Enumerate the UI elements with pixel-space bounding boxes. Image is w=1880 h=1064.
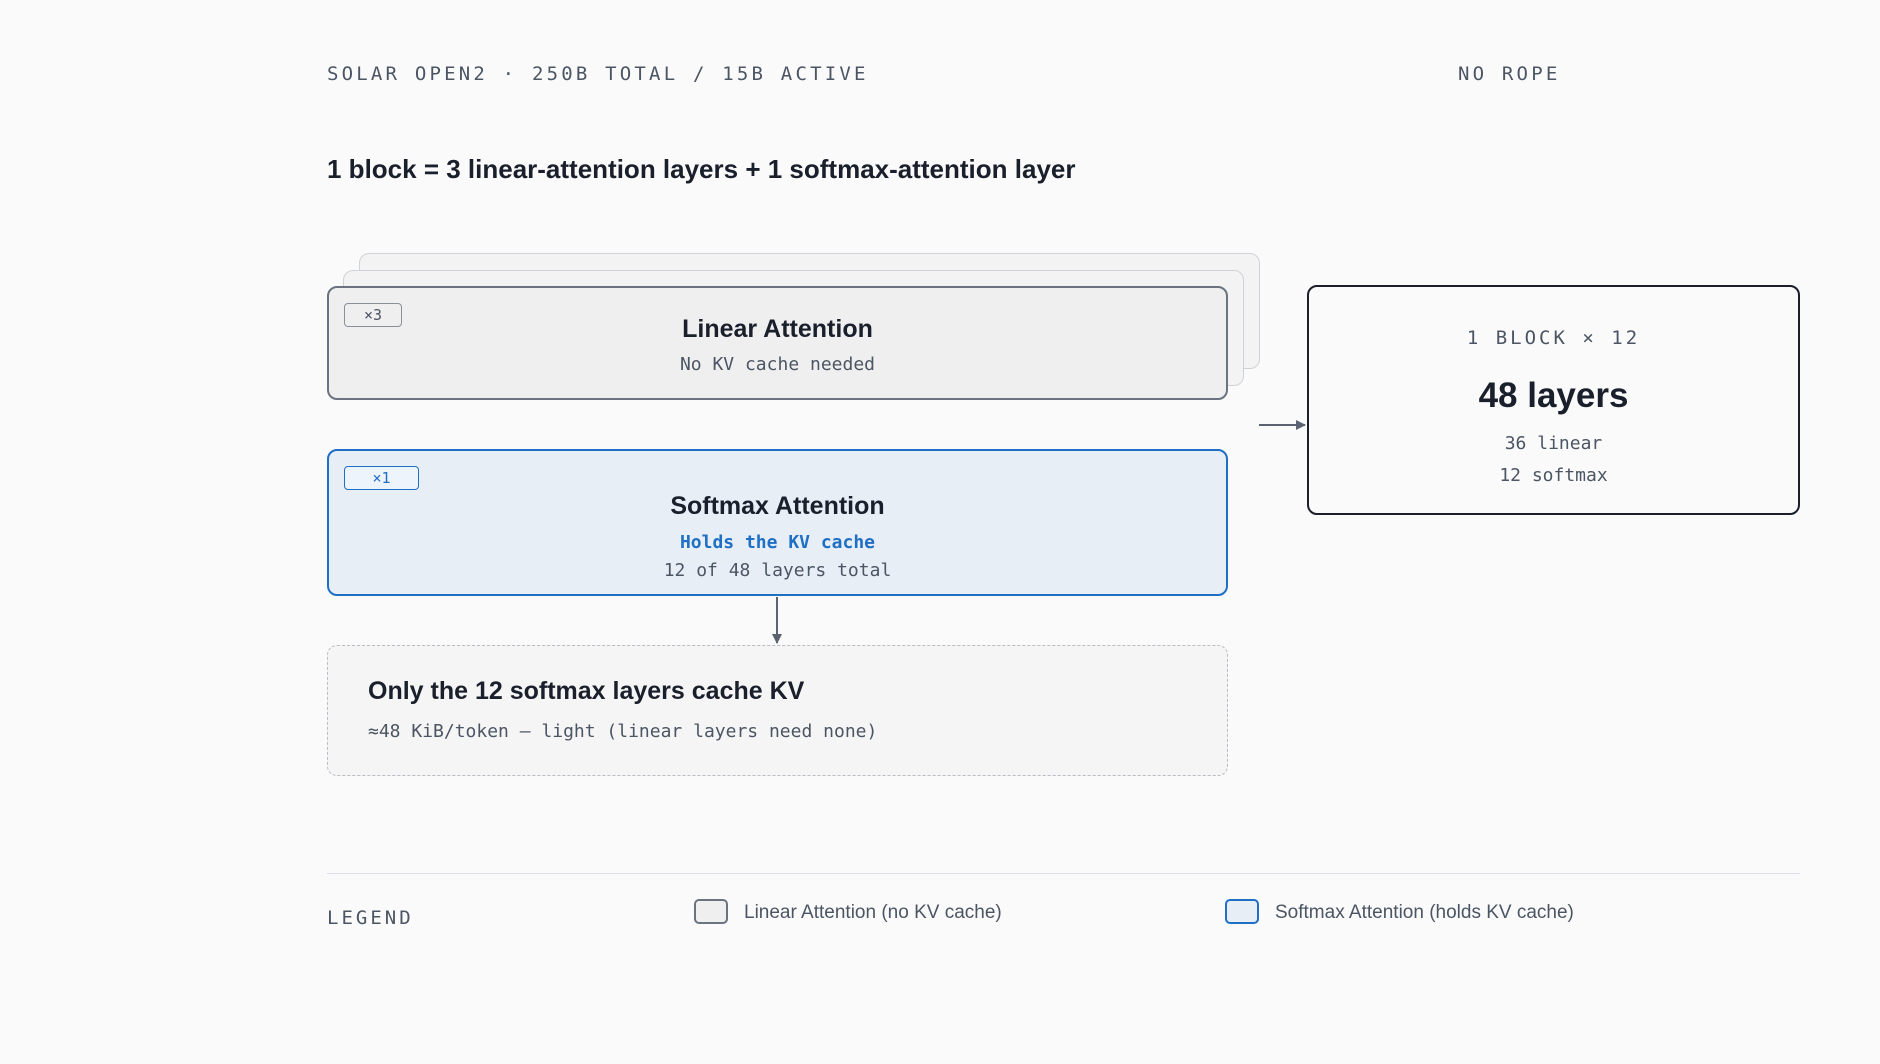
legend-linear-label: Linear Attention (no KV cache) <box>744 902 1002 923</box>
legend-softmax-swatch <box>1225 899 1259 924</box>
legend-linear-swatch <box>694 899 728 924</box>
legend-softmax-label: Softmax Attention (holds KV cache) <box>1275 902 1574 923</box>
legend-divider <box>327 873 1800 874</box>
legend-heading: LEGEND <box>327 907 414 929</box>
